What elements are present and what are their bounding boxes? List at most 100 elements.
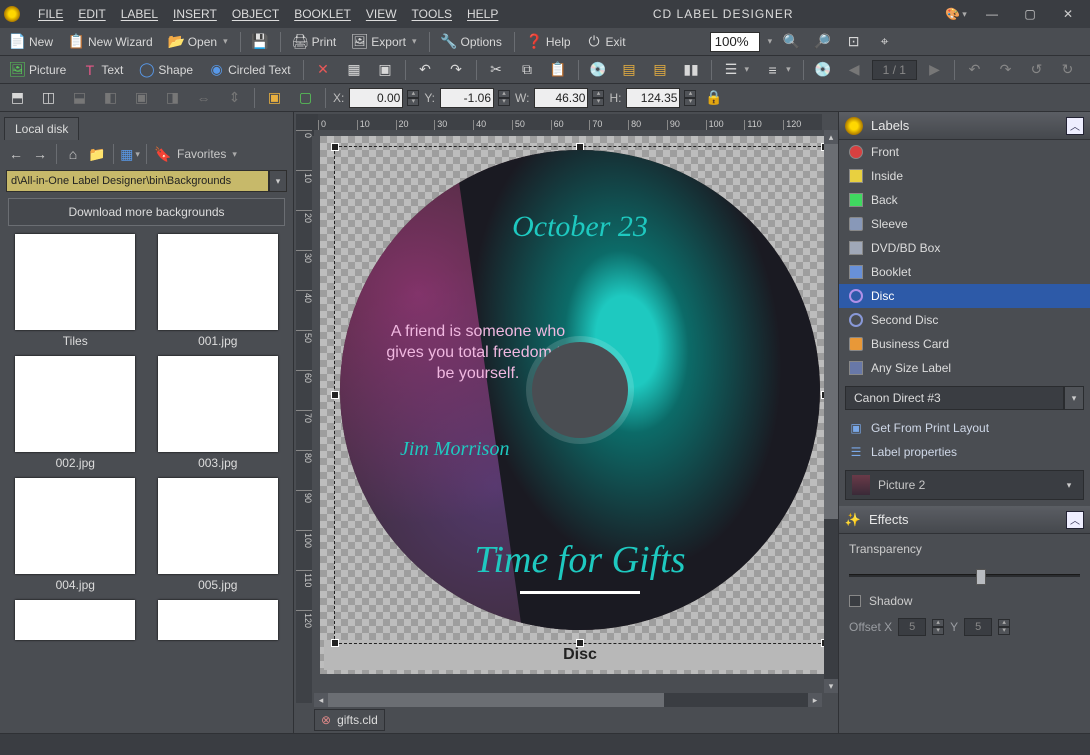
redo2-button[interactable]: ↻: [1054, 59, 1081, 80]
theme-button[interactable]: 🎨▾: [942, 7, 970, 21]
bookmark-icon[interactable]: 🔖: [153, 144, 173, 164]
nav-forward-button[interactable]: →: [30, 144, 50, 164]
label-properties-link[interactable]: ☰Label properties: [839, 440, 1090, 464]
printer-dropdown[interactable]: ▾: [1064, 386, 1084, 410]
undo2-button[interactable]: ↺: [1023, 59, 1050, 80]
menu-edit[interactable]: EDIT: [72, 3, 111, 25]
align-middle-button[interactable]: ◫: [35, 87, 62, 108]
menu-label[interactable]: LABEL: [115, 3, 164, 25]
label-sleeve[interactable]: Sleeve: [839, 212, 1090, 236]
menu-file[interactable]: FILE: [32, 3, 69, 25]
favorites-button[interactable]: Favorites: [177, 147, 226, 161]
offset-y-spinner[interactable]: ▴▾: [998, 619, 1010, 635]
shadow-checkbox[interactable]: [849, 595, 861, 607]
y-spinner[interactable]: ▴▾: [498, 90, 510, 106]
menu-help[interactable]: HELP: [461, 3, 504, 25]
list1-button[interactable]: ☰▾: [718, 59, 756, 80]
align-dist-h-button[interactable]: ⇔: [190, 87, 217, 108]
thumb-006[interactable]: [8, 600, 143, 640]
canvas[interactable]: October 23 A friend is someone who gives…: [320, 136, 838, 674]
menu-object[interactable]: OBJECT: [226, 3, 285, 25]
send-back-button[interactable]: ▢: [292, 87, 319, 108]
w-spinner[interactable]: ▴▾: [592, 90, 604, 106]
zoom-dropdown[interactable]: ▾: [764, 33, 775, 50]
prev-page-button[interactable]: ◀: [841, 59, 868, 80]
text-button[interactable]: TText: [76, 59, 129, 80]
insert-field2-button[interactable]: ▤: [647, 59, 674, 80]
paste-button[interactable]: 📋: [545, 59, 572, 80]
bring-front-button[interactable]: ▣: [261, 87, 288, 108]
undo-button[interactable]: ↶: [961, 59, 988, 80]
thumb-005[interactable]: 005.jpg: [151, 478, 286, 592]
labels-header[interactable]: Labels ︿: [839, 112, 1090, 140]
thumb-001[interactable]: 001.jpg: [151, 234, 286, 348]
exit-button[interactable]: ⏻Exit: [581, 31, 632, 52]
disc-date-text[interactable]: October 23: [512, 210, 648, 244]
minimize-button[interactable]: —: [974, 2, 1010, 26]
label-inside[interactable]: Inside: [839, 164, 1090, 188]
label-dvd-box[interactable]: DVD/BD Box: [839, 236, 1090, 260]
label-disc[interactable]: Disc: [839, 284, 1090, 308]
path-dropdown[interactable]: ▾: [269, 170, 287, 192]
labels-collapse-button[interactable]: ︿: [1066, 117, 1084, 135]
insert-barcode-button[interactable]: ▮▮: [678, 59, 705, 80]
export-button[interactable]: 🖼Export▾: [346, 31, 422, 52]
maximize-button[interactable]: ▢: [1012, 2, 1048, 26]
zoom-in-button[interactable]: 🔍: [778, 31, 805, 52]
vertical-scrollbar[interactable]: ▴▾: [824, 130, 838, 693]
printer-select[interactable]: Canon Direct #3 ▾: [845, 386, 1084, 410]
menu-view[interactable]: VIEW: [360, 3, 403, 25]
nav-home-button[interactable]: ⌂: [63, 144, 83, 164]
h-spinner[interactable]: ▴▾: [684, 90, 696, 106]
shadow-row[interactable]: Shadow: [849, 594, 1080, 608]
thumb-003[interactable]: 003.jpg: [151, 356, 286, 470]
zoom-sel-button[interactable]: ⌖: [871, 31, 898, 52]
rotate-right-button[interactable]: ↷: [443, 59, 470, 80]
x-input[interactable]: [349, 88, 403, 108]
transparency-slider[interactable]: [849, 566, 1080, 584]
cut-button[interactable]: ✂: [483, 59, 510, 80]
clip-button[interactable]: ▣: [372, 59, 399, 80]
close-button[interactable]: ✕: [1050, 2, 1086, 26]
offset-y-input[interactable]: [964, 618, 992, 636]
h-input[interactable]: [626, 88, 680, 108]
picture-button[interactable]: 🖼Picture: [4, 59, 72, 80]
align-dist-v-button[interactable]: ⇕: [221, 87, 248, 108]
effects-collapse-button[interactable]: ︿: [1066, 511, 1084, 529]
thumb-002[interactable]: 002.jpg: [8, 356, 143, 470]
align-top-button[interactable]: ⬒: [4, 87, 31, 108]
disc-label[interactable]: October 23 A friend is someone who gives…: [340, 150, 820, 630]
next-page-button[interactable]: ▶: [921, 59, 948, 80]
lock-aspect-button[interactable]: 🔒: [700, 87, 727, 108]
nav-back-button[interactable]: ←: [6, 144, 26, 164]
insert-field1-button[interactable]: ▤: [616, 59, 643, 80]
offset-x-spinner[interactable]: ▴▾: [932, 619, 944, 635]
new-button[interactable]: 📄New: [4, 31, 59, 52]
y-input[interactable]: [440, 88, 494, 108]
picture-select[interactable]: Picture 2 ▾: [845, 470, 1084, 500]
disc-title-text[interactable]: Time for Gifts: [474, 538, 685, 582]
label-second-disc[interactable]: Second Disc: [839, 308, 1090, 332]
zoom-input[interactable]: [710, 32, 760, 52]
thumb-tiles[interactable]: Tiles: [8, 234, 143, 348]
delete-button[interactable]: ✕: [310, 59, 337, 80]
menu-insert[interactable]: INSERT: [167, 3, 223, 25]
nav-up-button[interactable]: 📁: [87, 144, 107, 164]
thumb-007[interactable]: [151, 600, 286, 640]
label-booklet[interactable]: Booklet: [839, 260, 1090, 284]
path-input[interactable]: d\All-in-One Label Designer\bin\Backgrou…: [6, 170, 269, 192]
w-input[interactable]: [534, 88, 588, 108]
menu-booklet[interactable]: BOOKLET: [288, 3, 357, 25]
effects-header[interactable]: ✨ Effects ︿: [839, 506, 1090, 534]
get-from-layout-link[interactable]: ▣Get From Print Layout: [839, 416, 1090, 440]
options-button[interactable]: 🔧Options: [436, 31, 508, 52]
shape-button[interactable]: ◯Shape: [133, 59, 199, 80]
picture-dropdown[interactable]: ▾: [1061, 480, 1077, 491]
save-button[interactable]: 💾: [247, 31, 274, 52]
align-center-button[interactable]: ▣: [128, 87, 155, 108]
label-front[interactable]: Front: [839, 140, 1090, 164]
insert-disc-button[interactable]: 💿: [585, 59, 612, 80]
help-button[interactable]: ❓Help: [521, 31, 577, 52]
label-any-size[interactable]: Any Size Label: [839, 356, 1090, 380]
download-backgrounds-button[interactable]: Download more backgrounds: [8, 198, 285, 226]
